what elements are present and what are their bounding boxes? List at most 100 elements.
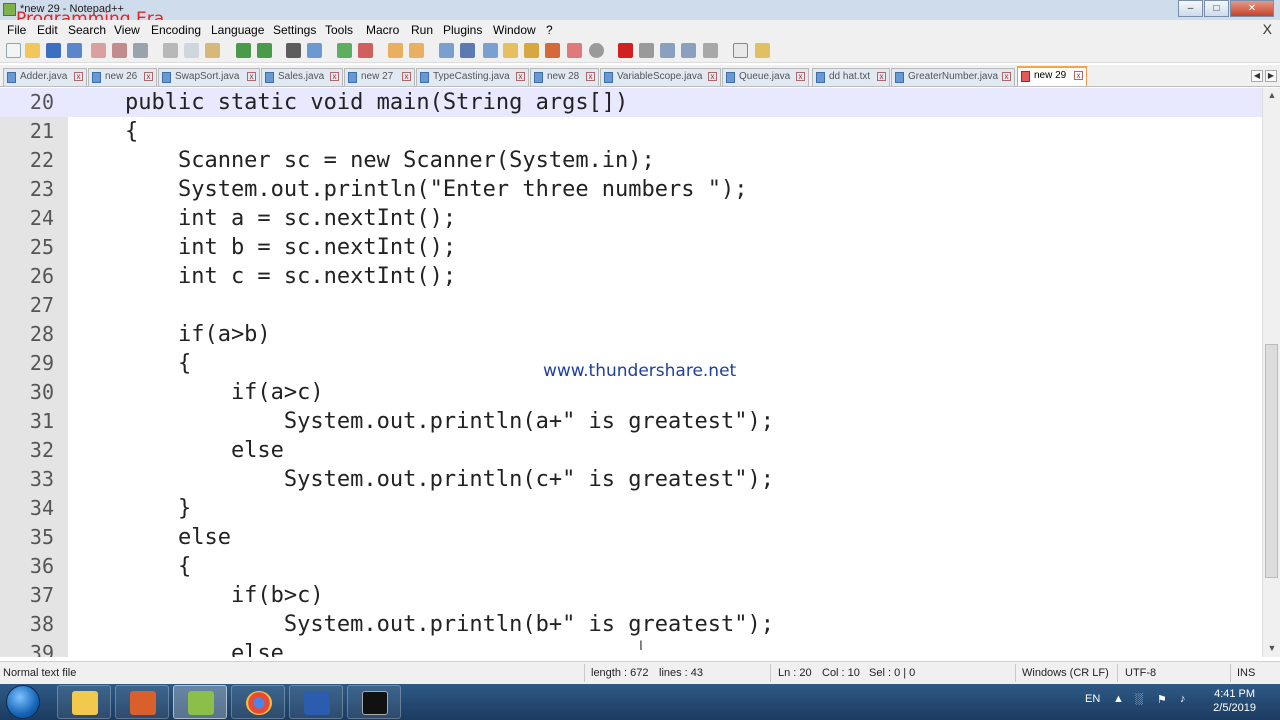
tab-greaternumber-java[interactable]: GreaterNumber.java x	[891, 68, 1015, 86]
tab-close-icon[interactable]: x	[796, 72, 805, 81]
doc-map-icon[interactable]	[524, 43, 539, 58]
tab-queue-java[interactable]: Queue.java x	[722, 68, 809, 86]
tab-new-27[interactable]: new 27 x	[344, 68, 415, 86]
tab-close-icon[interactable]: x	[330, 72, 339, 81]
tab-new-28[interactable]: new 28 x	[530, 68, 599, 86]
scroll-up-icon[interactable]: ▲	[1266, 90, 1278, 100]
tab-close-icon[interactable]: x	[708, 72, 717, 81]
stop-macro-icon[interactable]	[639, 43, 654, 58]
language-indicator[interactable]: EN	[1085, 693, 1100, 705]
save-all-icon[interactable]	[67, 43, 82, 58]
indent-guide-icon[interactable]	[483, 43, 498, 58]
tab-close-icon[interactable]: x	[586, 72, 595, 81]
word-wrap-icon[interactable]	[439, 43, 454, 58]
record-macro-icon[interactable]	[618, 43, 633, 58]
sync-v-icon[interactable]	[388, 43, 403, 58]
network-icon[interactable]: ░	[1135, 693, 1143, 705]
close-document-icon[interactable]: X	[1263, 21, 1272, 37]
close-file-icon[interactable]	[91, 43, 106, 58]
tab-new-26[interactable]: new 26 x	[88, 68, 157, 86]
show-hidden-icons-icon[interactable]: ▲	[1113, 693, 1124, 705]
chrome-icon	[246, 691, 272, 715]
undo-icon[interactable]	[236, 43, 251, 58]
save-icon[interactable]	[46, 43, 61, 58]
maximize-button[interactable]: □	[1204, 0, 1229, 17]
tab-typecasting-java[interactable]: TypeCasting.java x	[416, 68, 529, 86]
function-list-icon[interactable]	[545, 43, 560, 58]
scroll-down-icon[interactable]: ▼	[1266, 643, 1278, 653]
save-macro-icon[interactable]	[703, 43, 718, 58]
tab-dd-hat-txt[interactable]: dd hat.txt x	[812, 68, 890, 86]
menu-search[interactable]: Search	[68, 23, 106, 37]
tab-scroll-right-icon[interactable]: ▶	[1265, 70, 1277, 82]
tab-close-icon[interactable]: x	[1074, 71, 1083, 80]
menu-file[interactable]: File	[7, 23, 26, 37]
close-all-icon[interactable]	[112, 43, 127, 58]
print-icon[interactable]	[133, 43, 148, 58]
taskbar-word[interactable]	[289, 685, 343, 719]
volume-icon[interactable]: ♪	[1180, 693, 1186, 705]
sync-h-icon[interactable]	[409, 43, 424, 58]
menu-language[interactable]: Language	[211, 23, 264, 37]
replace-icon[interactable]	[307, 43, 322, 58]
zoom-in-icon[interactable]	[337, 43, 352, 58]
show-all-chars-icon[interactable]	[460, 43, 475, 58]
menu-plugins[interactable]: Plugins	[443, 23, 482, 37]
tab-sales-java[interactable]: Sales.java x	[261, 68, 343, 86]
play-macro-multiple-icon[interactable]	[681, 43, 696, 58]
taskbar-chrome[interactable]	[231, 685, 285, 719]
spell-check-icon[interactable]	[733, 43, 748, 58]
tab-close-icon[interactable]: x	[74, 72, 83, 81]
tab-close-icon[interactable]: x	[247, 72, 256, 81]
udl-icon[interactable]	[503, 43, 518, 58]
menu-window[interactable]: Window	[493, 23, 536, 37]
vertical-scrollbar[interactable]: ▲ ▼	[1262, 88, 1280, 657]
tab-close-icon[interactable]: x	[402, 72, 411, 81]
scroll-thumb[interactable]	[1265, 344, 1278, 578]
menu-macro[interactable]: Macro	[366, 23, 399, 37]
tab-adder-java[interactable]: Adder.java x	[3, 68, 87, 86]
tab-close-icon[interactable]: x	[144, 72, 153, 81]
start-button[interactable]	[6, 685, 40, 719]
taskbar-tool[interactable]	[115, 685, 169, 719]
tab-close-icon[interactable]: x	[516, 72, 525, 81]
taskbar-cmd[interactable]	[347, 685, 401, 719]
find-icon[interactable]	[286, 43, 301, 58]
spell-settings-icon[interactable]	[755, 43, 770, 58]
new-file-icon[interactable]	[6, 43, 21, 58]
taskbar-notepadpp[interactable]	[173, 685, 227, 719]
line-number: 38	[29, 612, 54, 636]
file-icon	[534, 72, 543, 83]
tab-close-icon[interactable]: x	[1002, 72, 1011, 81]
tab-swapsort-java[interactable]: SwapSort.java x	[158, 68, 260, 86]
minimize-button[interactable]: –	[1178, 0, 1203, 17]
zoom-out-icon[interactable]	[358, 43, 373, 58]
play-macro-icon[interactable]	[660, 43, 675, 58]
action-center-icon[interactable]: ⚑	[1157, 693, 1167, 706]
taskbar-explorer[interactable]	[57, 685, 111, 719]
menu-view[interactable]: View	[114, 23, 140, 37]
tab-variablescope-java[interactable]: VariableScope.java x	[600, 68, 721, 86]
redo-icon[interactable]	[257, 43, 272, 58]
cut-icon[interactable]	[163, 43, 178, 58]
close-window-button[interactable]: ✕	[1230, 0, 1274, 17]
monitoring-icon[interactable]	[589, 43, 604, 58]
tab-new-29[interactable]: new 29 x	[1017, 66, 1087, 86]
open-file-icon[interactable]	[25, 43, 40, 58]
system-clock[interactable]: 4:41 PM 2/5/2019	[1213, 687, 1256, 715]
copy-icon[interactable]	[184, 43, 199, 58]
menu-help[interactable]: ?	[546, 23, 553, 37]
toolbar	[0, 39, 1280, 63]
tab-close-icon[interactable]: x	[877, 72, 886, 81]
tab-scroll-left-icon[interactable]: ◀	[1251, 70, 1263, 82]
status-separator	[1230, 664, 1231, 682]
menu-edit[interactable]: Edit	[37, 23, 58, 37]
menu-run[interactable]: Run	[411, 23, 433, 37]
folder-workspace-icon[interactable]	[567, 43, 582, 58]
paste-icon[interactable]	[205, 43, 220, 58]
code-line: 33 System.out.println(c+" is greatest");	[0, 465, 1262, 494]
menu-encoding[interactable]: Encoding	[151, 23, 201, 37]
line-text: System.out.println(c+" is greatest");	[72, 467, 774, 492]
menu-tools[interactable]: Tools	[325, 23, 353, 37]
menu-settings[interactable]: Settings	[273, 23, 316, 37]
